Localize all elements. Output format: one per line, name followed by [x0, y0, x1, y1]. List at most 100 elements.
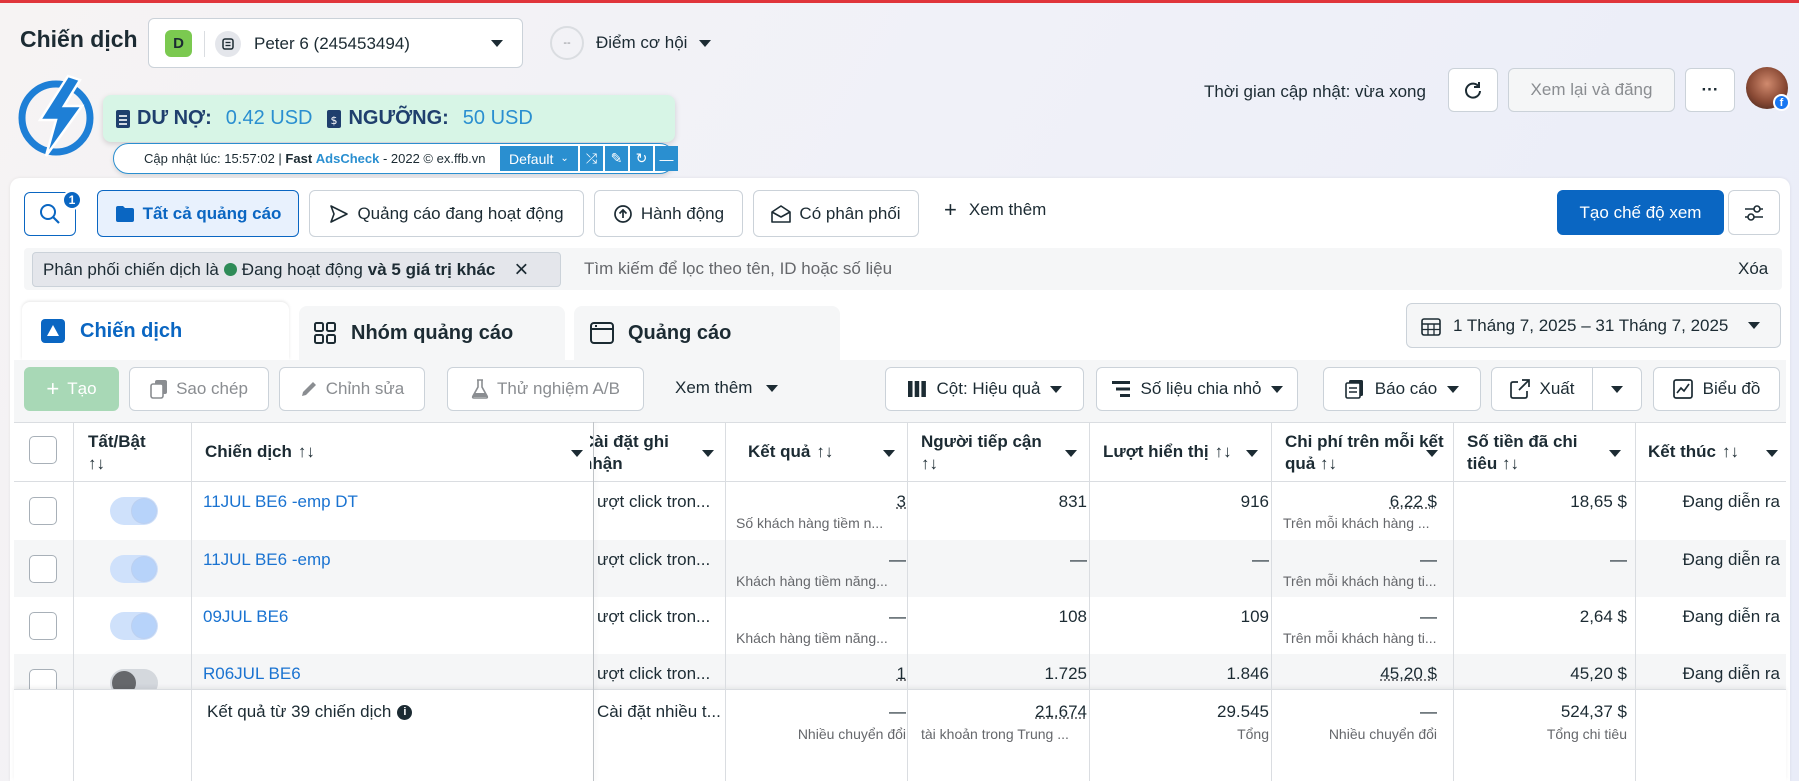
chevron-down-icon[interactable] [1065, 450, 1077, 457]
invoice-icon: $ [327, 109, 342, 128]
chevron-down-icon[interactable] [1246, 450, 1258, 457]
campaign-name-link[interactable]: 11JUL BE6 -emp DT [203, 492, 358, 512]
preset-value: Default [509, 150, 554, 167]
export-button[interactable]: Xuất [1491, 367, 1593, 411]
campaign-toggle[interactable] [110, 612, 158, 640]
table-row[interactable]: 11JUL BE6 -emp DT ượt click tron... 3 Số… [14, 482, 1786, 540]
tab-campaigns[interactable]: Chiến dịch [22, 302, 289, 360]
delivered-button[interactable]: Có phân phối [753, 190, 919, 237]
header-amount-spent[interactable]: Số tiền đã chi tiêu ↑↓ [1467, 431, 1597, 475]
all-ads-button[interactable]: Tất cả quảng cáo [97, 190, 299, 237]
active-ads-label: Quảng cáo đang hoạt động [357, 203, 564, 223]
duplicate-button[interactable]: Sao chép [129, 367, 269, 411]
toolbar-see-more-button[interactable]: Xem thêm [675, 378, 779, 398]
toggle-knob [132, 557, 156, 581]
filter-settings-button[interactable] [1728, 190, 1780, 235]
ab-test-button[interactable]: Thử nghiệm A/B [447, 367, 644, 411]
campaign-name-link[interactable]: 11JUL BE6 -emp [203, 550, 331, 570]
charts-button[interactable]: Biểu đồ [1653, 367, 1780, 411]
copy-icon [150, 380, 168, 399]
header-results[interactable]: Kết quả ↑↓ [748, 441, 833, 463]
create-button[interactable]: + Tạo [24, 367, 119, 411]
select-all-checkbox[interactable] [29, 436, 57, 464]
all-ads-label: Tất cả quảng cáo [142, 203, 282, 223]
campaign-toggle[interactable] [110, 497, 158, 525]
tab-ad-sets[interactable]: Nhóm quảng cáo [299, 306, 565, 360]
reports-button[interactable]: Báo cáo [1323, 367, 1481, 411]
sort-icon: ↑↓ [1214, 442, 1232, 461]
summary-label-text: Kết quả từ 39 chiến dịch [207, 702, 392, 721]
campaign-toggle[interactable] [110, 555, 158, 583]
review-publish-button[interactable]: Xem lại và đăng [1508, 68, 1675, 112]
result-cell: 3 [896, 492, 906, 511]
header-attribution[interactable]: Cài đặt ghi nhận [590, 431, 700, 475]
lightning-logo-icon [18, 72, 96, 158]
ends-cell: Đang diễn ra [1682, 607, 1780, 626]
header-campaign[interactable]: Chiến dịch ↑↓ [205, 441, 315, 463]
table-row[interactable]: 11JUL BE6 -emp ượt click tron... — Khách… [14, 540, 1786, 597]
sync-button[interactable]: ↻ [630, 146, 653, 171]
minimize-button[interactable]: — [655, 146, 678, 171]
brand-fast: Fast [285, 151, 316, 166]
close-icon[interactable]: × [514, 257, 528, 281]
row-checkbox[interactable] [29, 497, 57, 525]
refresh-button[interactable] [1448, 68, 1498, 112]
edit-campaign-button[interactable]: Chỉnh sửa [279, 367, 425, 411]
chevron-down-icon[interactable] [702, 450, 714, 457]
clear-filters-button[interactable]: Xóa [1738, 259, 1768, 279]
date-range-picker[interactable]: 1 Tháng 7, 2025 – 31 Tháng 7, 2025 [1406, 303, 1781, 348]
active-ads-button[interactable]: Quảng cáo đang hoạt động [309, 190, 584, 237]
avatar[interactable]: f [1746, 67, 1790, 111]
breakdown-button[interactable]: Số liệu chia nhỏ [1096, 367, 1298, 411]
row-checkbox[interactable] [29, 555, 57, 583]
ends-cell: Đang diễn ra [1682, 492, 1780, 511]
chevron-down-icon [1271, 385, 1284, 393]
tab-ad-sets-label: Nhóm quảng cáo [351, 321, 514, 344]
header-toggle[interactable]: Tất/Bật ↑↓ [88, 431, 146, 475]
actions-button[interactable]: Hành động [594, 190, 743, 237]
tab-campaigns-label: Chiến dịch [80, 319, 183, 342]
campaign-name-link[interactable]: R06JUL BE6 [203, 664, 301, 684]
debt-panel: DƯ NỢ: 0.42 USD $ NGƯỠNG: 50 USD [103, 95, 675, 142]
edit-button[interactable]: ✎ [605, 146, 628, 171]
campaign-name-link[interactable]: 09JUL BE6 [203, 607, 288, 627]
table-row[interactable]: 09JUL BE6 ượt click tron... — Khách hàng… [14, 597, 1786, 654]
info-icon[interactable]: i [397, 704, 413, 720]
more-options-button[interactable]: ··· [1685, 68, 1735, 112]
row-checkbox[interactable] [29, 612, 57, 640]
chevron-down-icon[interactable] [571, 450, 583, 457]
preset-select[interactable]: Default ⌄ [500, 146, 578, 171]
filter-chip[interactable]: Phân phối chiến dịch là Đang hoạt động v… [32, 252, 561, 287]
ends-cell: Đang diễn ra [1682, 550, 1780, 569]
shuffle-button[interactable]: ⤮ [580, 146, 603, 171]
tab-ads[interactable]: Quảng cáo [574, 306, 840, 360]
chevron-down-icon[interactable] [1426, 450, 1438, 457]
create-label: Tạo [67, 379, 97, 398]
header-reach[interactable]: Người tiếp cận ↑↓ [921, 431, 1071, 475]
result-cell: — [889, 607, 906, 626]
header-cost-per-result[interactable]: Chi phí trên mỗi kết quả ↑↓ [1285, 431, 1445, 475]
account-selector[interactable]: D Peter 6 (245453494) [148, 18, 523, 68]
columns-button[interactable]: Cột: Hiệu quả [885, 367, 1084, 411]
search-input[interactable]: Tìm kiếm để lọc theo tên, ID hoặc số liệ… [584, 259, 892, 279]
column-divider [1453, 422, 1454, 781]
sort-icon: ↑↓ [1501, 454, 1519, 473]
header-ends[interactable]: Kết thúc ↑↓ [1648, 441, 1739, 463]
see-more-filters-button[interactable]: + Xem thêm [944, 197, 1046, 222]
attribution-cell: ượt click tron... [597, 607, 711, 626]
header-impressions[interactable]: Lượt hiển thị ↑↓ [1103, 441, 1232, 463]
plus-icon: + [944, 197, 957, 222]
calendar-icon [1421, 317, 1441, 336]
sort-icon: ↑↓ [1319, 454, 1337, 473]
search-badge: 1 [62, 190, 82, 210]
column-divider [191, 422, 192, 781]
chevron-down-icon[interactable] [1766, 450, 1778, 457]
charts-label: Biểu đồ [1702, 379, 1761, 398]
export-options-button[interactable] [1592, 367, 1642, 411]
chevron-down-icon[interactable] [883, 450, 895, 457]
opportunity-score[interactable]: -- Điểm cơ hội [550, 26, 712, 60]
search-icon [40, 204, 60, 224]
create-view-button[interactable]: Tạo chế độ xem [1557, 190, 1724, 235]
summary-spent-sub: Tổng chi tiêu [1546, 726, 1627, 742]
chevron-down-icon[interactable] [1609, 450, 1621, 457]
